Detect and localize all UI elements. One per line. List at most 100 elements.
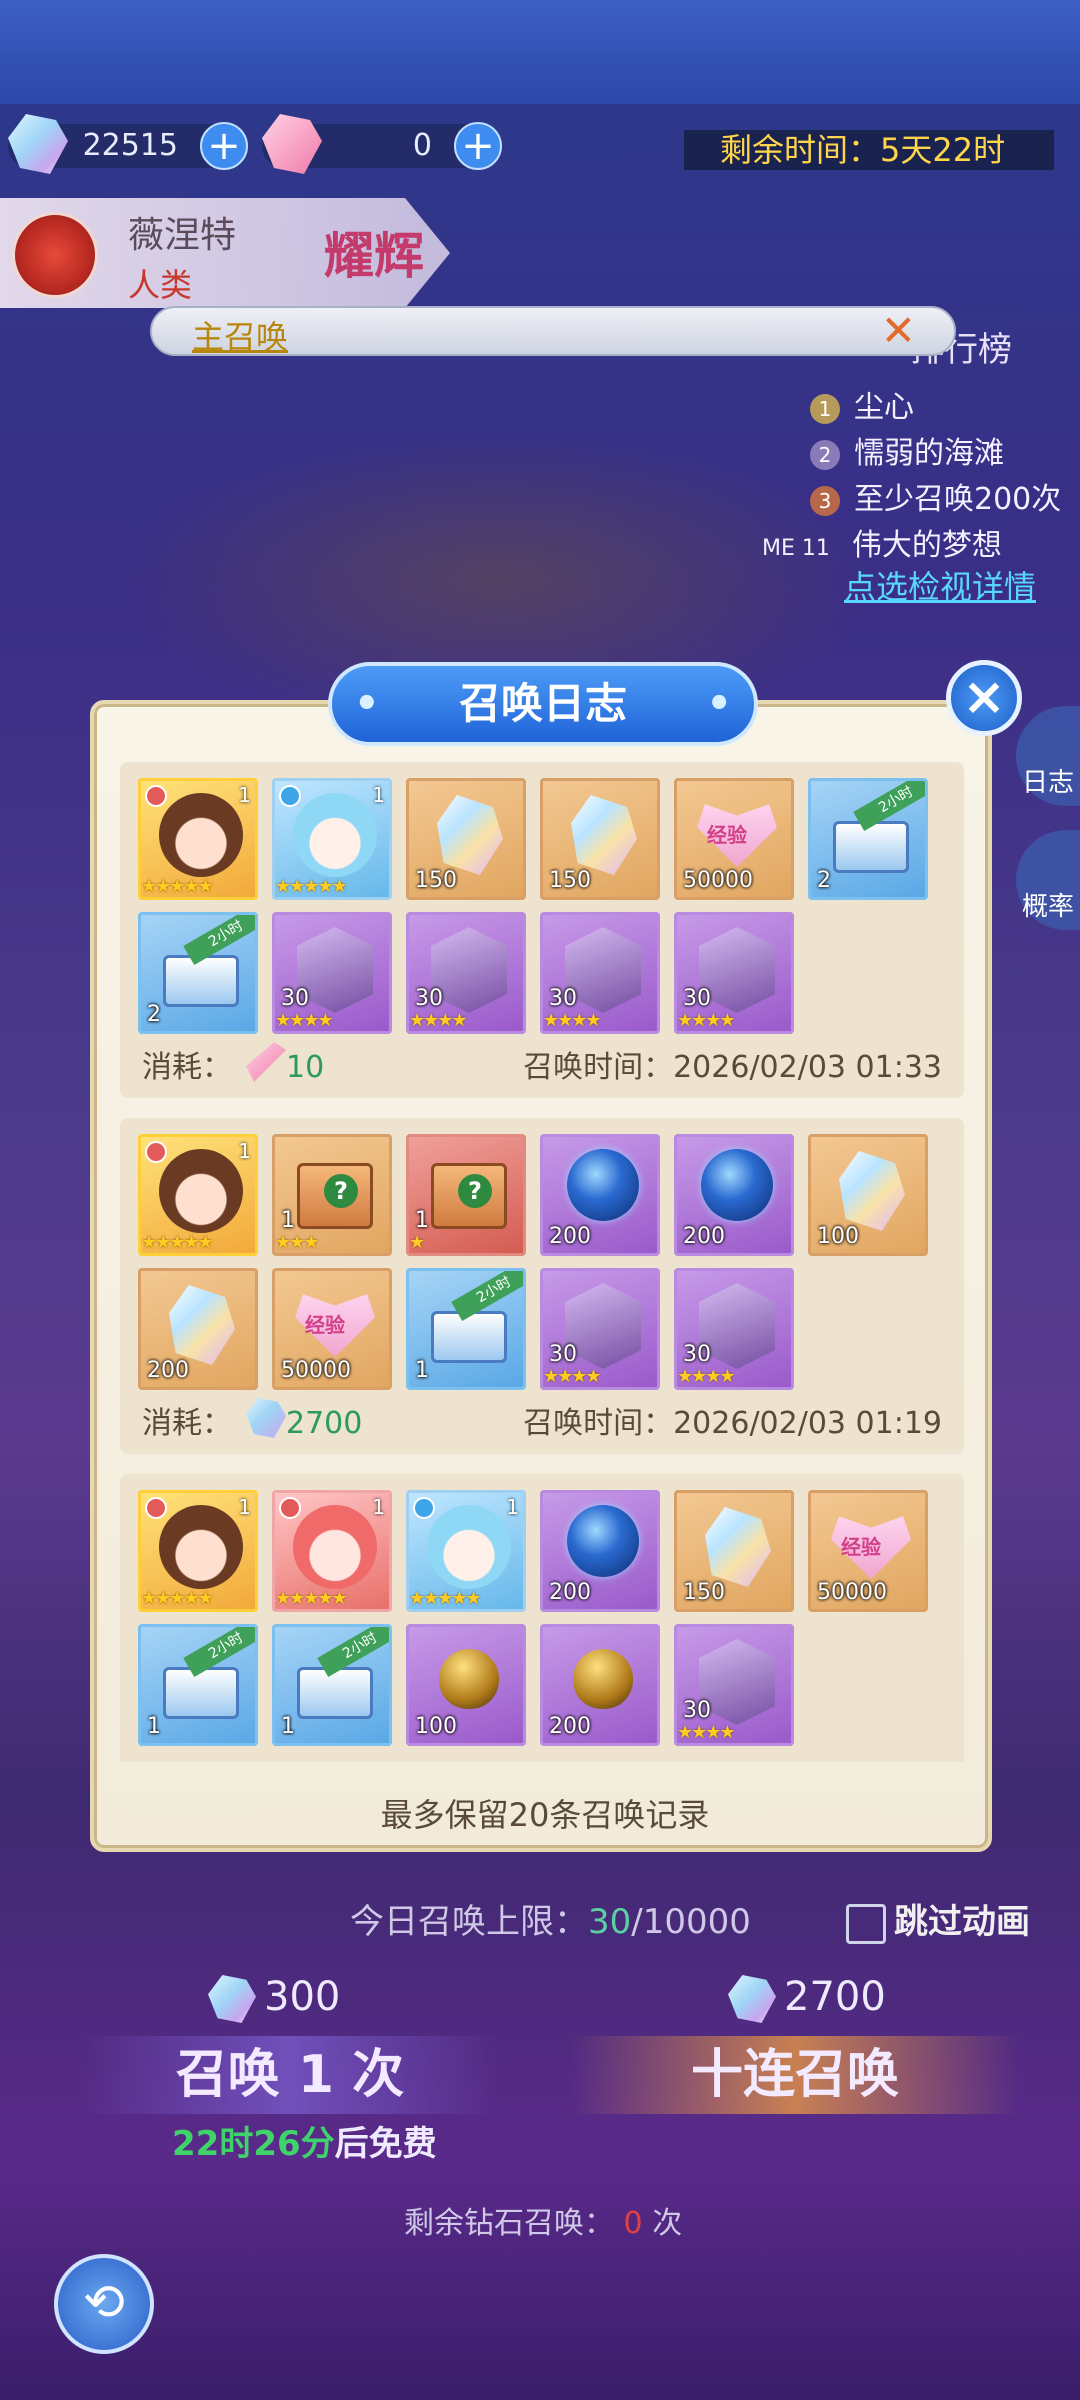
hero-level: 1 <box>372 783 385 807</box>
reward-item-orb[interactable]: 200 <box>540 1134 660 1256</box>
ten-price-value: 2700 <box>784 1974 886 2020</box>
reward-item-orb[interactable]: 200 <box>674 1134 794 1256</box>
reward-item-chest[interactable]: 2小时 2 <box>808 778 928 900</box>
reward-item-shard[interactable]: 30 ★★★★ <box>674 912 794 1034</box>
time-value: 2026/02/03 01:19 <box>673 1406 942 1441</box>
star-rating: ★★★★ <box>677 1366 736 1387</box>
star-rating: ★★★★★ <box>275 1588 348 1609</box>
skip-checkbox[interactable] <box>846 1903 886 1944</box>
rate-side-button[interactable]: 概率 <box>1016 830 1080 930</box>
hero-tag[interactable]: 薇涅特 人类 耀辉 <box>0 198 450 308</box>
reward-item-mystery[interactable]: ? 1 ★ <box>406 1134 526 1256</box>
reward-item-shard[interactable]: 30 ★★★★ <box>540 912 660 1034</box>
pool-dropdown[interactable]: 主召唤 ✕ <box>150 306 956 356</box>
remaining-summons: 剩余钻石召唤： 0 次 <box>404 2198 682 2242</box>
item-quantity: 1 <box>147 1714 161 1739</box>
close-modal-button[interactable]: × <box>946 660 1022 736</box>
skip-animation-toggle[interactable]: 跳过动画 <box>846 1894 1030 1944</box>
item-quantity: 1 <box>281 1714 295 1739</box>
hero-level: 1 <box>238 1495 251 1519</box>
item-quantity: 30 <box>415 986 443 1011</box>
reward-item-shard[interactable]: 30 ★★★★ <box>674 1624 794 1746</box>
chest-icon <box>163 955 239 1007</box>
fire-element-icon <box>12 212 98 298</box>
close-icon[interactable]: ✕ <box>881 306 916 355</box>
log-side-button[interactable]: 日志 <box>1016 706 1080 806</box>
add-tickets-button[interactable]: + <box>454 122 502 170</box>
gem-icon <box>728 1975 776 2023</box>
item-quantity: 50000 <box>683 868 753 893</box>
reward-item-crystal[interactable]: 100 <box>808 1134 928 1256</box>
star-rating: ★★★★ <box>677 1010 736 1031</box>
reward-item-hero[interactable]: 1 ★★★★★ <box>138 1490 258 1612</box>
back-button[interactable]: ⟲ <box>54 2254 154 2354</box>
item-quantity: 30 <box>549 1342 577 1367</box>
item-quantity: 1 <box>281 1208 295 1233</box>
star-rating: ★★★★ <box>275 1010 334 1031</box>
water-element-icon <box>279 785 301 807</box>
single-price: 300 <box>208 1974 340 2023</box>
orb-icon <box>567 1505 639 1577</box>
item-quantity: 30 <box>549 986 577 1011</box>
reward-item-shard[interactable]: 30 ★★★★ <box>674 1268 794 1390</box>
record-cost: 消耗： 10 <box>142 1042 324 1086</box>
log-side-label: 日志 <box>1021 768 1074 798</box>
record-list[interactable]: 1 ★★★★★ 1 ★★★★★ 150 150 经验 50000 2小时 2 2小时 2 30 ★★★★ 3… <box>120 762 964 1762</box>
cost-value: 2700 <box>286 1406 363 1441</box>
item-quantity: 200 <box>549 1714 591 1739</box>
skip-label: 跳过动画 <box>894 1902 1030 1942</box>
hero-level: 1 <box>506 1495 519 1519</box>
orb-icon <box>701 1149 773 1221</box>
reward-item-shard[interactable]: 30 ★★★★ <box>406 912 526 1034</box>
hero-portrait <box>159 1149 243 1233</box>
reward-item-hero[interactable]: 1 ★★★★★ <box>138 1134 258 1256</box>
gem-icon <box>208 1975 256 2023</box>
exp-heart-label: 经验 <box>707 823 747 847</box>
reward-item-crystal[interactable]: 150 <box>406 778 526 900</box>
reward-item-crystal[interactable]: 150 <box>540 778 660 900</box>
hero-level: 1 <box>238 1139 251 1163</box>
reward-item-hero[interactable]: 1 ★★★★★ <box>272 1490 392 1612</box>
reward-item-heart[interactable]: 经验 50000 <box>808 1490 928 1612</box>
reward-item-crystal[interactable]: 150 <box>674 1490 794 1612</box>
reward-item-chest[interactable]: 2小时 1 <box>138 1624 258 1746</box>
reward-item-hero[interactable]: 1 ★★★★★ <box>406 1490 526 1612</box>
top-bar <box>0 0 1080 104</box>
reward-item-egg[interactable]: 100 <box>406 1624 526 1746</box>
reward-item-chest[interactable]: 2小时 1 <box>406 1268 526 1390</box>
item-quantity: 150 <box>549 868 591 893</box>
gem-icon <box>246 1398 286 1438</box>
star-rating: ★★★★★ <box>141 1232 214 1253</box>
hero-portrait <box>427 1505 511 1589</box>
timer-label: 剩余时间： <box>720 131 881 169</box>
reward-item-crystal[interactable]: 200 <box>138 1268 258 1390</box>
summon-ten-button[interactable]: 十连召唤 <box>570 2036 1020 2114</box>
ranking-details-link[interactable]: 点选检视详情 <box>844 562 1036 608</box>
summon-record: 1 ★★★★★? 1 ★★★? 1 ★ 200 200 100 200 经验 50000 2小时 1 30 ★… <box>120 1118 964 1454</box>
chest-icon <box>297 1667 373 1719</box>
reward-item-orb[interactable]: 200 <box>540 1490 660 1612</box>
chest-icon <box>833 821 909 873</box>
reward-item-hero[interactable]: 1 ★★★★★ <box>138 778 258 900</box>
reward-item-hero[interactable]: 1 ★★★★★ <box>272 778 392 900</box>
reward-item-shard[interactable]: 30 ★★★★ <box>540 1268 660 1390</box>
star-rating: ★★★★ <box>543 1010 602 1031</box>
hero-level: 1 <box>238 783 251 807</box>
cost-label: 消耗： <box>142 1050 232 1085</box>
timer-value: 5天22时 <box>880 131 1006 169</box>
star-rating: ★★★★ <box>543 1366 602 1387</box>
reward-item-chest[interactable]: 2小时 1 <box>272 1624 392 1746</box>
reward-item-heart[interactable]: 经验 50000 <box>272 1268 392 1390</box>
record-time: 召唤时间：2026/02/03 01:19 <box>523 1398 942 1442</box>
item-quantity: 200 <box>683 1224 725 1249</box>
mystery-box-icon: ? <box>297 1163 373 1229</box>
reward-item-egg[interactable]: 200 <box>540 1624 660 1746</box>
add-gems-button[interactable]: + <box>200 122 248 170</box>
fire-element-icon <box>279 1497 301 1519</box>
reward-item-shard[interactable]: 30 ★★★★ <box>272 912 392 1034</box>
reward-item-heart[interactable]: 经验 50000 <box>674 778 794 900</box>
item-quantity: 50000 <box>817 1580 887 1605</box>
reward-item-mystery[interactable]: ? 1 ★★★ <box>272 1134 392 1256</box>
summon-once-button[interactable]: 召唤 1 次 <box>80 2036 500 2114</box>
reward-item-chest[interactable]: 2小时 2 <box>138 912 258 1034</box>
